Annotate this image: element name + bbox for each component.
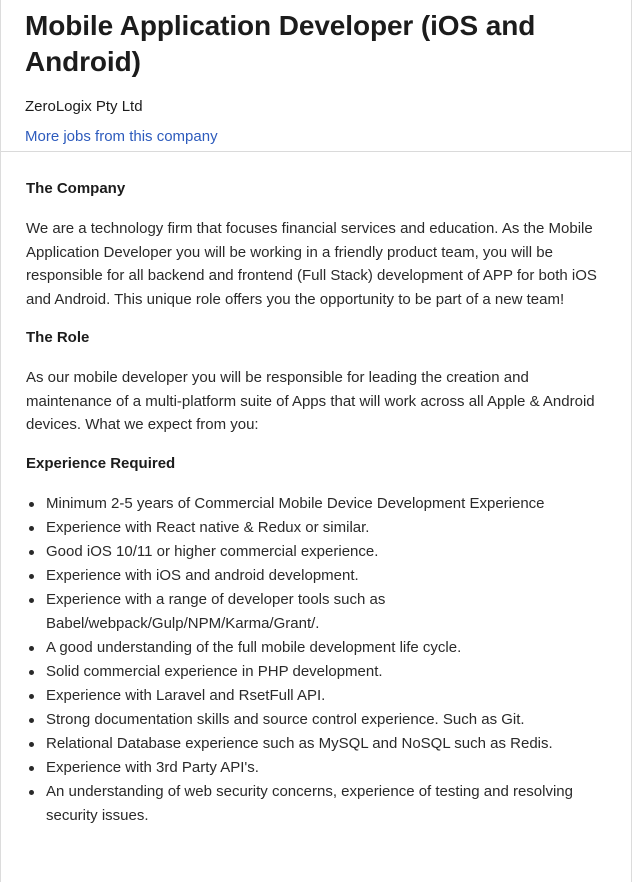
bullet-icon	[29, 693, 34, 699]
list-item: Experience with Laravel and RsetFull API…	[29, 684, 604, 708]
bullet-icon	[29, 789, 34, 795]
list-item: Solid commercial experience in PHP devel…	[29, 660, 604, 684]
bullet-icon	[29, 549, 34, 555]
job-header: Mobile Application Developer (iOS and An…	[0, 0, 632, 152]
role-heading: The Role	[26, 329, 90, 346]
bullet-icon	[29, 645, 34, 651]
list-item: Relational Database experience such as M…	[29, 732, 604, 756]
job-title: Mobile Application Developer (iOS and An…	[25, 10, 536, 77]
list-item: Experience with React native & Redux or …	[29, 516, 604, 540]
company-heading: The Company	[26, 180, 126, 197]
more-jobs-link[interactable]: More jobs from this company	[25, 127, 218, 147]
list-item: Experience with iOS and android developm…	[29, 564, 604, 588]
bullet-icon	[29, 741, 34, 747]
list-item: Experience with 3rd Party API's.	[29, 756, 604, 780]
bullet-icon	[29, 597, 34, 603]
job-description: The Company We are a technology firm tha…	[0, 152, 632, 828]
list-item: Experience with a range of developer too…	[29, 588, 604, 636]
bullet-icon	[29, 525, 34, 531]
left-border	[0, 0, 1, 882]
company-name: ZeroLogix Pty Ltd	[25, 98, 143, 115]
bullet-icon	[29, 669, 34, 675]
list-item: Strong documentation skills and source c…	[29, 708, 604, 732]
bullet-icon	[29, 717, 34, 723]
bullet-icon	[29, 573, 34, 579]
list-item: Minimum 2-5 years of Commercial Mobile D…	[29, 492, 604, 516]
bullet-icon	[29, 501, 34, 507]
experience-list: Minimum 2-5 years of Commercial Mobile D…	[26, 492, 604, 828]
list-item: An understanding of web security concern…	[29, 780, 604, 828]
experience-heading: Experience Required	[26, 454, 176, 472]
bullet-icon	[29, 765, 34, 771]
role-description: As our mobile developer you will be resp…	[26, 369, 595, 433]
list-item: Good iOS 10/11 or higher commercial expe…	[29, 540, 604, 564]
list-item: A good understanding of the full mobile …	[29, 636, 604, 660]
company-description: We are a technology firm that focuses fi…	[26, 220, 597, 308]
